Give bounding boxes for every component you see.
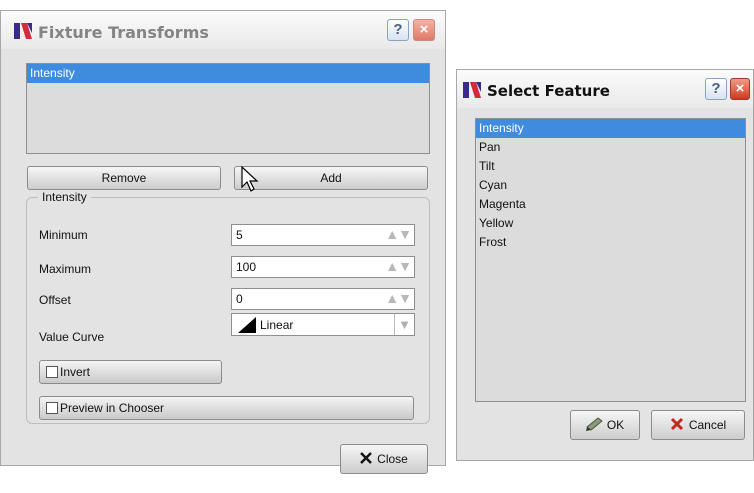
list-item[interactable]: Pan: [476, 138, 745, 157]
remove-button[interactable]: Remove: [27, 166, 221, 190]
value-curve-dropdown[interactable]: Linear ▼: [231, 313, 415, 336]
spin-arrows-icon[interactable]: ▲▼: [385, 258, 412, 274]
checkbox-box[interactable]: [46, 366, 58, 378]
invert-checkbox[interactable]: Invert: [39, 360, 222, 384]
transforms-list[interactable]: Intensity: [26, 63, 430, 154]
title-bar[interactable]: Select Feature ? ×: [457, 70, 753, 108]
checkbox-box[interactable]: [46, 402, 58, 414]
app-logo-icon: [463, 82, 481, 98]
close-x-icon: ×: [735, 80, 745, 97]
value-curve-value: Linear: [260, 318, 294, 332]
app-logo-icon: [14, 23, 32, 39]
mouse-pointer-icon: [241, 165, 259, 192]
list-item[interactable]: Intensity: [27, 64, 429, 83]
minimum-label: Minimum: [39, 228, 88, 242]
list-item[interactable]: Yellow: [476, 214, 745, 233]
pen-check-icon: [585, 417, 603, 431]
select-feature-dialog: Select Feature ? × Intensity Pan Tilt Cy…: [456, 69, 754, 461]
close-button[interactable]: Close: [340, 444, 428, 474]
feature-list[interactable]: Intensity Pan Tilt Cyan Magenta Yellow F…: [475, 118, 746, 402]
list-item[interactable]: Cyan: [476, 176, 745, 195]
ok-label: OK: [606, 418, 625, 432]
ok-button[interactable]: OK: [570, 410, 640, 440]
red-x-icon: [670, 417, 683, 431]
minimum-spinbox[interactable]: 5 ▲▼: [231, 224, 415, 246]
window-title: Fixture Transforms: [38, 23, 209, 42]
value-curve-label: Value Curve: [39, 330, 105, 344]
list-item[interactable]: Magenta: [476, 195, 745, 214]
invert-label: Invert: [60, 365, 91, 379]
linear-ramp-icon: [238, 317, 256, 333]
title-bar[interactable]: Fixture Transforms ? ×: [1, 11, 445, 49]
maximum-value: 100: [236, 260, 257, 274]
help-button[interactable]: ?: [387, 19, 409, 41]
list-item[interactable]: Tilt: [476, 157, 745, 176]
group-title: Intensity: [38, 190, 91, 204]
help-button[interactable]: ?: [705, 78, 727, 100]
minimum-value: 5: [236, 228, 243, 242]
offset-label: Offset: [39, 293, 71, 307]
spin-arrows-icon[interactable]: ▲▼: [385, 226, 412, 242]
preview-in-chooser-checkbox[interactable]: Preview in Chooser: [39, 396, 414, 420]
add-button[interactable]: Add: [234, 166, 428, 190]
offset-value: 0: [236, 292, 243, 306]
cancel-label: Cancel: [688, 418, 727, 432]
cancel-button[interactable]: Cancel: [651, 410, 745, 440]
chevron-down-icon[interactable]: ▼: [394, 314, 414, 335]
window-close-button[interactable]: ×: [730, 78, 750, 100]
window-title: Select Feature: [487, 82, 610, 100]
close-x-icon: [360, 452, 373, 464]
maximum-label: Maximum: [39, 262, 92, 276]
list-item[interactable]: Frost: [476, 233, 745, 252]
close-button-label: Close: [377, 452, 408, 466]
maximum-spinbox[interactable]: 100 ▲▼: [231, 256, 415, 278]
list-item[interactable]: Intensity: [476, 119, 745, 138]
close-x-icon: ×: [419, 21, 429, 38]
window-close-button[interactable]: ×: [413, 19, 435, 41]
spin-arrows-icon[interactable]: ▲▼: [385, 290, 412, 306]
preview-label: Preview in Chooser: [60, 401, 165, 415]
offset-spinbox[interactable]: 0 ▲▼: [231, 288, 415, 310]
